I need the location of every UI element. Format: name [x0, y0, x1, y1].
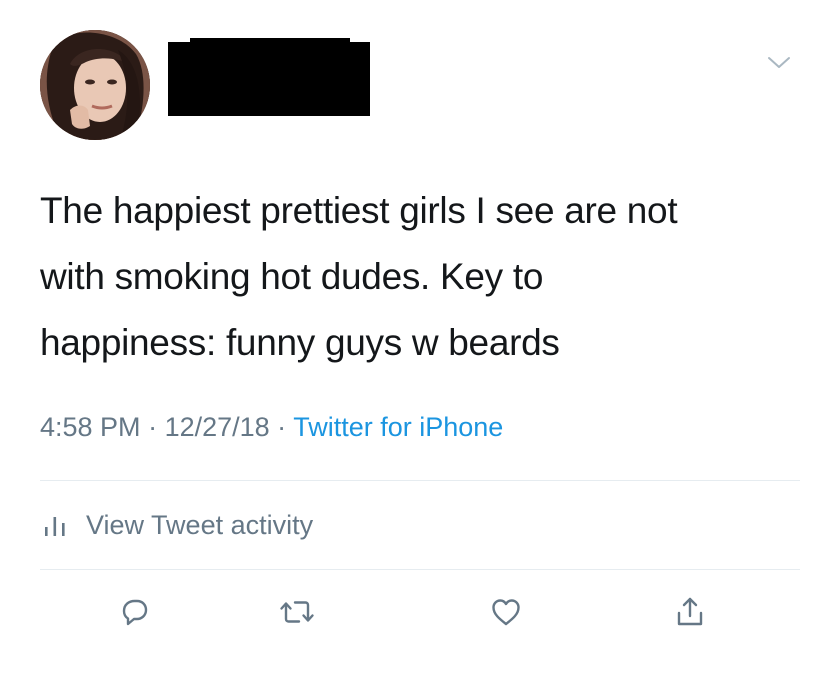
tweet-source-link[interactable]: Twitter for iPhone: [293, 412, 503, 442]
tweet-date[interactable]: 12/27/18: [165, 412, 270, 442]
tweet-text-line: with smoking hot dudes. Key to: [40, 256, 544, 297]
reply-button[interactable]: [112, 590, 156, 634]
meta-separator: ·: [140, 412, 165, 442]
redacted-username: [168, 42, 370, 116]
retweet-icon: [280, 601, 314, 623]
share-icon: [677, 597, 703, 626]
like-button[interactable]: [484, 590, 528, 634]
tweet-metadata: 4:58 PM · 12/27/18 · Twitter for iPhone: [40, 412, 503, 443]
tweet-text-line: happiness: funny guys w beards: [40, 322, 560, 363]
bar-chart-icon: [45, 517, 65, 536]
heart-icon: [492, 599, 520, 626]
tweet-text: The happiest prettiest girls I see are n…: [40, 178, 800, 376]
tweet-header: [40, 30, 800, 140]
avatar-photo: [40, 30, 150, 140]
view-tweet-activity-button[interactable]: View Tweet activity: [42, 505, 313, 545]
share-button[interactable]: [668, 590, 712, 634]
retweet-button[interactable]: [275, 590, 319, 634]
activity-label: View Tweet activity: [86, 509, 314, 540]
divider: [40, 480, 800, 481]
action-bar: [0, 590, 827, 640]
tweet-card: The happiest prettiest girls I see are n…: [0, 0, 827, 684]
reply-icon: [122, 599, 148, 626]
tweet-time: 4:58 PM: [40, 412, 141, 442]
chevron-down-icon[interactable]: [766, 52, 792, 74]
avatar[interactable]: [40, 30, 150, 140]
tweet-text-line: The happiest prettiest girls I see are n…: [40, 190, 678, 231]
meta-separator: ·: [269, 412, 294, 442]
divider: [40, 569, 800, 570]
